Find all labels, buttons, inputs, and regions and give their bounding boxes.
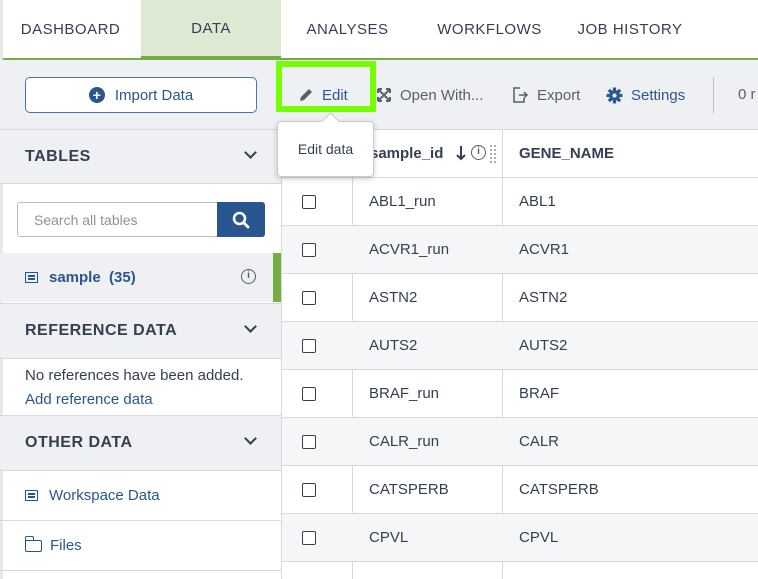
table-icon <box>25 272 38 283</box>
toolbar-divider <box>713 77 714 113</box>
cell-gene-name: ABL1 <box>519 193 556 210</box>
sidebar-item-sample-table[interactable]: sample (35) i <box>0 253 281 302</box>
chevron-down-icon <box>244 146 257 159</box>
cell-sample-id: CALR_run <box>369 433 440 450</box>
sidebar-item-workspace-data[interactable]: Workspace Data <box>0 471 281 521</box>
cell-gene-name: ACVR1 <box>519 241 570 258</box>
tab-workflows[interactable]: WORKFLOWS <box>414 0 565 58</box>
sidebar-item-files[interactable]: Files <box>0 521 281 571</box>
search-input[interactable] <box>17 202 218 237</box>
cell-gene-name: ASTN2 <box>519 289 568 306</box>
tab-data[interactable]: DATA <box>141 0 281 60</box>
table-search <box>17 202 265 237</box>
nav-left-edge <box>0 0 3 60</box>
cell-gene-name: CALR <box>519 433 560 450</box>
data-table: sample_id i GENE_NAME ABL1_run ABL1 ACVR… <box>282 130 758 579</box>
cell-sample-id: CPVL <box>369 529 409 546</box>
settings-button[interactable]: Settings <box>606 85 685 105</box>
cell-sample-id: BRAF_run <box>369 385 440 402</box>
sort-descending-icon[interactable] <box>456 145 466 161</box>
tab-analyses[interactable]: ANALYSES <box>281 0 414 58</box>
search-button[interactable] <box>217 202 265 237</box>
info-icon[interactable]: i <box>241 269 256 284</box>
row-count-text: 0 r <box>738 86 756 103</box>
reference-section-header[interactable]: REFERENCE DATA <box>0 303 281 359</box>
table-row[interactable]: CATSPERB CATSPERB <box>282 466 758 514</box>
table-row[interactable]: BRAF_run BRAF <box>282 370 758 418</box>
row-checkbox[interactable] <box>302 387 316 401</box>
search-icon <box>232 211 250 228</box>
workspace-data-label: Workspace Data <box>49 487 160 504</box>
tab-job-history[interactable]: JOB HISTORY <box>565 0 695 58</box>
cell-sample-id: ABL1_run <box>369 193 436 210</box>
export-label: Export <box>537 86 581 104</box>
add-reference-link[interactable]: Add reference data <box>25 391 153 408</box>
cell-sample-id: CATSPERB <box>369 481 449 498</box>
drag-handle-icon[interactable] <box>489 144 497 164</box>
row-checkbox[interactable] <box>302 531 316 545</box>
edit-tooltip: Edit data <box>277 121 374 177</box>
tooltip-text: Edit data <box>297 141 354 157</box>
tables-section-header[interactable]: TABLES <box>0 130 281 184</box>
export-icon <box>513 87 529 103</box>
sample-table-label: sample (35) <box>49 269 136 286</box>
row-checkbox[interactable] <box>302 435 316 449</box>
row-checkbox[interactable] <box>302 291 316 305</box>
cell-sample-id: AUTS2 <box>369 337 418 354</box>
cell-gene-name: CATSPERB <box>519 481 599 498</box>
import-data-label: Import Data <box>114 86 194 104</box>
expand-arrows-icon <box>377 88 391 102</box>
row-checkbox[interactable] <box>302 243 316 257</box>
gear-icon <box>606 87 623 103</box>
tab-dashboard[interactable]: DASHBOARD <box>0 0 141 58</box>
table-row[interactable]: ACVR1_run ACVR1 <box>282 226 758 274</box>
folder-icon <box>24 535 42 552</box>
other-data-heading: OTHER DATA <box>25 434 133 451</box>
table-row[interactable]: CALR_run CALR <box>282 418 758 466</box>
column-header-sample-id[interactable]: sample_id <box>370 145 443 162</box>
table-icon <box>25 490 38 501</box>
cell-gene-name: CPVL <box>519 529 559 546</box>
chevron-down-icon <box>244 432 257 445</box>
open-with-label: Open With... <box>400 86 484 104</box>
top-nav: DASHBOARD DATA ANALYSES WORKFLOWS JOB HI… <box>0 0 758 60</box>
no-references-text: No references have been added. <box>25 367 244 384</box>
cell-gene-name: BRAF <box>519 385 560 402</box>
table-row[interactable]: ASTN2 ASTN2 <box>282 274 758 322</box>
table-row[interactable]: CPVL CPVL <box>282 514 758 562</box>
settings-label: Settings <box>631 86 686 104</box>
export-button[interactable]: Export <box>511 85 580 105</box>
table-row[interactable]: AUTS2 AUTS2 <box>282 322 758 370</box>
plus-circle-icon: + <box>88 87 105 103</box>
tables-heading: TABLES <box>25 147 91 165</box>
column-info-icon[interactable]: i <box>471 145 486 160</box>
row-checkbox[interactable] <box>302 339 316 353</box>
edit-highlight-box <box>276 61 376 112</box>
data-toolbar: + Import Data Edit Open With... Export S… <box>0 60 758 130</box>
files-label: Files <box>50 537 82 554</box>
import-data-button[interactable]: + Import Data <box>25 77 257 113</box>
cell-sample-id: ASTN2 <box>369 289 418 306</box>
reference-heading: REFERENCE DATA <box>25 322 178 339</box>
cell-gene-name: AUTS2 <box>519 337 568 354</box>
open-with-button[interactable]: Open With... <box>376 85 483 105</box>
other-data-section-header[interactable]: OTHER DATA <box>0 415 281 471</box>
cell-sample-id: ACVR1_run <box>369 241 450 258</box>
column-header-gene-name[interactable]: GENE_NAME <box>519 145 614 162</box>
chevron-down-icon <box>244 320 257 333</box>
sidebar: TABLES sample (35) i REFERENCE DATA No r… <box>0 130 282 579</box>
table-row[interactable]: ABL1_run ABL1 <box>282 178 758 226</box>
row-checkbox[interactable] <box>302 195 316 209</box>
row-checkbox[interactable] <box>302 483 316 497</box>
